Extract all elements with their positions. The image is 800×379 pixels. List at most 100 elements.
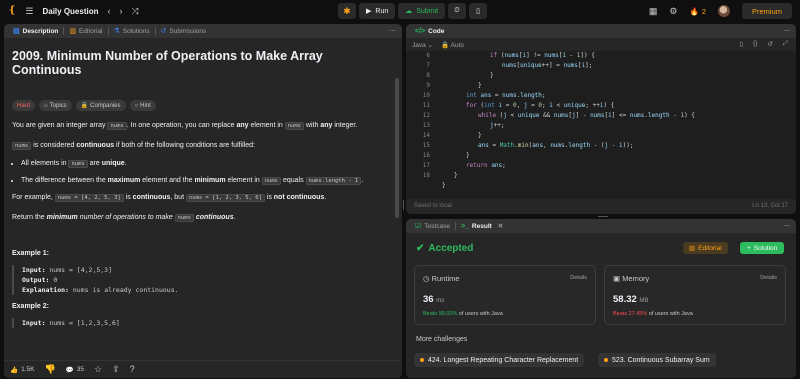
problem-title[interactable]: 2009. Minimum Number of Operations to Ma… (12, 49, 394, 77)
note-icon: ▯ (476, 8, 480, 15)
inline-code: nums (174, 214, 194, 222)
share-icon[interactable]: ⇪ (112, 365, 120, 374)
topics-chip[interactable]: ⌂ Topics (39, 100, 72, 111)
scrollbar[interactable] (395, 78, 399, 218)
challenge-link[interactable]: 523. Continuous Subarray Sum (598, 353, 716, 367)
fire-icon: 🔥 (689, 6, 699, 16)
more-options-icon[interactable]: ⋯ (783, 222, 790, 230)
value: nums = [1,2,3,5,6] (45, 319, 120, 327)
list-item: The difference between the maximum eleme… (21, 175, 394, 187)
code-line: } (454, 172, 458, 179)
thumbs-down-icon[interactable]: 👎 (44, 365, 55, 374)
challenge-link[interactable]: 424. Longest Repeating Character Replace… (414, 353, 585, 367)
description-tabs: ▤ Description ▥ Editorial ⚗ Solutions ↺ Subm… (4, 24, 402, 38)
paragraph-3: For example, nums = [4, 2, 5, 3] is cont… (12, 192, 394, 204)
language-select[interactable]: Java ⌄ (412, 41, 433, 49)
inline-code: nums (68, 160, 88, 168)
braces-icon[interactable]: {} (753, 40, 757, 48)
runtime-card[interactable]: ◷ Runtime Details 36 ms Beats 99.02% of … (414, 265, 596, 325)
history-icon: ↺ (160, 28, 167, 35)
description-body: 2009. Minimum Number of Operations to Ma… (4, 38, 402, 360)
auto-mode[interactable]: 🔒 Auto (441, 41, 464, 49)
streak-counter[interactable]: 🔥 2 (689, 7, 706, 16)
logo-icon[interactable]: ❴ (8, 6, 16, 16)
text: All elements in (21, 160, 69, 167)
runtime-details-link[interactable]: Details (570, 275, 587, 281)
notes-button[interactable]: ▯ (469, 3, 488, 19)
debug-button[interactable]: ✱ (338, 3, 356, 19)
example-1-block: Input: nums = [4,2,5,3] Output: 0 Explan… (12, 265, 394, 295)
list-item: All elements in nums are unique. (21, 158, 394, 170)
tab-label: Testcase (424, 222, 450, 230)
bold-text: any (320, 122, 333, 129)
alarm-icon: ⏲ (454, 7, 460, 14)
help-icon[interactable]: ? (130, 365, 135, 374)
shuffle-icon[interactable]: ⤨ (131, 6, 138, 16)
vertical-resize-handle[interactable] (403, 200, 404, 210)
star-icon[interactable]: ☆ (94, 365, 102, 374)
clock-icon: ◷ (423, 274, 430, 283)
prev-icon[interactable]: ‹ (107, 6, 110, 16)
value: nums is already continuous. (68, 286, 179, 294)
text: if both of the following conditions are … (114, 142, 255, 149)
tab-label: Submissions (169, 27, 207, 35)
problem-list-icon[interactable]: ☰ (25, 6, 33, 16)
memory-card[interactable]: ▣ Memory Details 58.32 MB Beats 27.45% o… (604, 265, 786, 325)
memory-details-link[interactable]: Details (760, 275, 777, 281)
chip-label: Hint (140, 102, 151, 109)
value-number: 58.32 (613, 294, 637, 305)
avatar[interactable] (717, 5, 730, 17)
text: . (361, 177, 364, 184)
companies-chip[interactable]: 🔒 Companies (75, 100, 126, 111)
editorial-button[interactable]: ▥ Editorial (683, 242, 728, 254)
checkbox-icon: ☑ (415, 223, 422, 230)
text: element and the (140, 177, 195, 184)
bug-icon: ✱ (343, 5, 351, 16)
more-options-icon[interactable]: ⋯ (389, 27, 396, 35)
daily-question-title[interactable]: Daily Question (42, 7, 98, 16)
more-challenges-heading: More challenges (416, 336, 468, 343)
tab-submissions[interactable]: ↺ Submissions (156, 24, 212, 38)
premium-button[interactable]: Premium (741, 3, 792, 19)
comments-button[interactable]: 💬 35 (66, 366, 84, 374)
line-number: 15 (422, 142, 430, 149)
text: element in (225, 177, 262, 184)
tab-testcase[interactable]: ☑ Testcase (410, 219, 455, 233)
tab-editorial[interactable]: ▥ Editorial (64, 24, 107, 38)
memory-label: ▣ Memory (613, 274, 777, 283)
settings-gear-icon[interactable]: ⚙ (669, 6, 677, 16)
close-icon[interactable]: ✕ (498, 222, 503, 230)
text: The difference between the (21, 177, 108, 184)
tab-description[interactable]: ▤ Description (8, 24, 63, 38)
run-button[interactable]: ▶ Run (359, 3, 396, 19)
tab-code[interactable]: </> Code (410, 24, 449, 38)
chip-label: Companies (90, 102, 121, 109)
bookmark-icon[interactable]: ▯ (739, 40, 743, 48)
tab-solutions[interactable]: ⚗ Solutions (109, 24, 155, 38)
text: is (264, 194, 274, 201)
hint-chip[interactable]: ○ Hint (129, 100, 156, 111)
fullscreen-icon[interactable]: ⤢ (783, 40, 788, 48)
like-button[interactable]: 👍 1.5K (10, 366, 34, 374)
more-options-icon[interactable]: ⋯ (783, 27, 790, 35)
reset-icon[interactable]: ↺ (767, 40, 772, 48)
value-unit: ms (436, 298, 445, 304)
label: Explanation: (22, 286, 69, 294)
text: Return the (12, 214, 47, 221)
horizontal-resize-handle[interactable] (598, 216, 608, 217)
next-icon[interactable]: › (119, 6, 122, 16)
line-number: 12 (422, 112, 430, 119)
bold-text: not continuous (273, 194, 325, 201)
flask-icon: ⚗ (113, 28, 120, 35)
inline-code: nums (284, 122, 304, 130)
timer-button[interactable]: ⏲ (448, 3, 467, 19)
result-tabs: ☑ Testcase >_ Result ✕ ⋯ (406, 219, 796, 233)
layout-icon[interactable]: ▦ (649, 6, 658, 16)
code-editor[interactable]: 6 7 8 9 10 11 12 13 14 15 16 17 18 if (nums[i] != nu… (406, 51, 796, 199)
difficulty-badge: Hard (12, 100, 36, 111)
tab-result[interactable]: >_ Result ✕ (456, 219, 508, 233)
beats-text: of users with Java (647, 311, 693, 317)
submit-button[interactable]: ☁ Submit (398, 3, 446, 19)
solution-button[interactable]: + Solution (740, 242, 785, 254)
cloud-upload-icon: ☁ (405, 8, 413, 15)
